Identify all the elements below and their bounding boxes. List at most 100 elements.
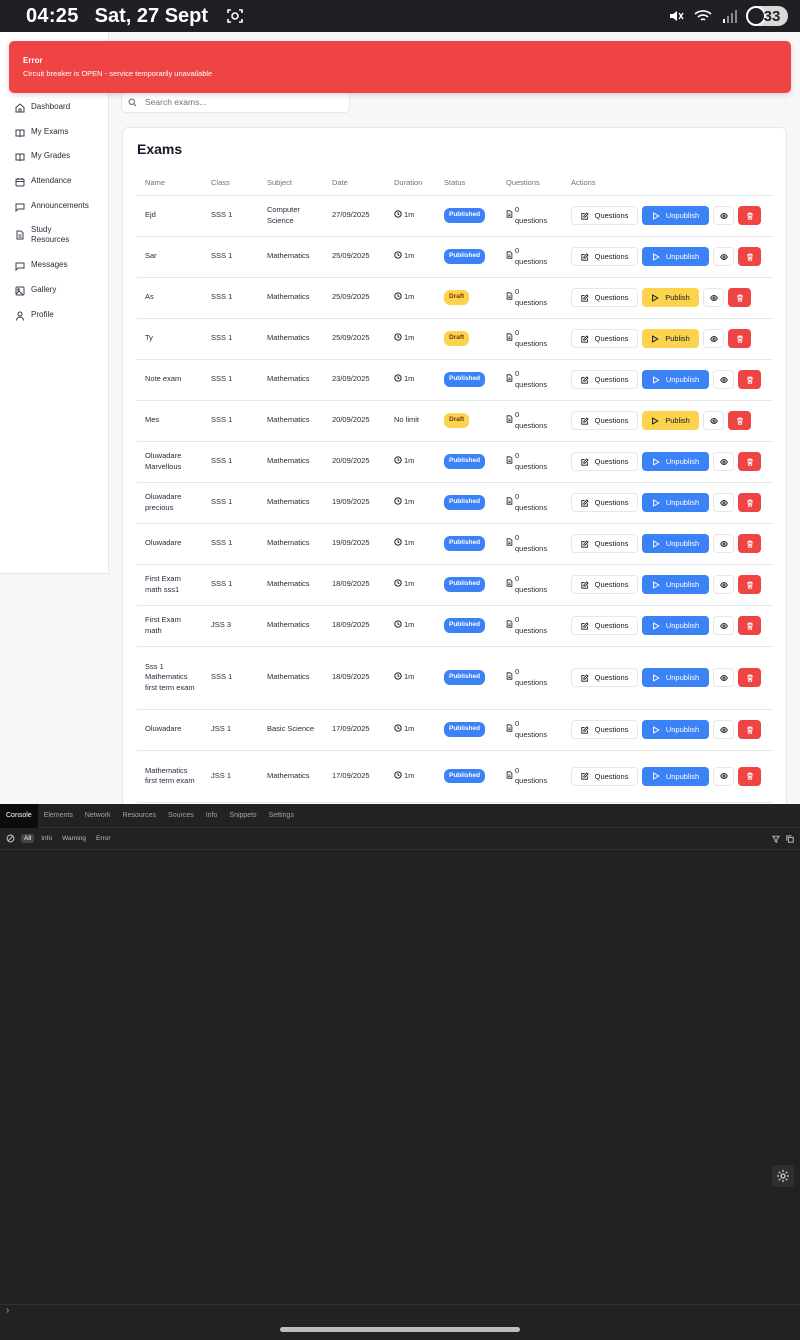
delete-button[interactable]	[728, 329, 751, 348]
sidebar-item-attendance[interactable]: Attendance	[0, 176, 108, 201]
exam-class: SSS 1	[203, 564, 259, 606]
delete-button[interactable]	[738, 720, 761, 739]
sidebar-item-messages[interactable]: Messages	[0, 260, 108, 285]
sidebar-item-dashboard[interactable]: Dashboard	[0, 102, 108, 127]
view-button[interactable]	[703, 288, 724, 307]
questions-button[interactable]: Questions	[571, 329, 638, 348]
unpublish-button[interactable]: Unpublish	[642, 616, 709, 635]
delete-button[interactable]	[738, 452, 761, 471]
tab-console[interactable]: Console	[0, 803, 38, 828]
exam-date: 18/09/2025	[324, 564, 386, 606]
copy-icon[interactable]	[786, 834, 794, 843]
console-input[interactable]: ›	[0, 1304, 800, 1318]
unpublish-button[interactable]: Unpublish	[642, 534, 709, 553]
filter-error[interactable]: Error	[93, 834, 113, 843]
edit-icon	[580, 416, 589, 425]
filter-funnel-icon[interactable]	[772, 835, 780, 843]
view-button[interactable]	[703, 329, 724, 348]
view-button[interactable]	[703, 411, 724, 430]
search-input[interactable]	[145, 97, 335, 107]
sidebar-item-profile[interactable]: Profile	[0, 310, 108, 335]
view-button[interactable]	[713, 766, 734, 786]
questions-button[interactable]: Questions	[571, 720, 638, 739]
questions-button[interactable]: Questions	[571, 493, 638, 512]
publish-button[interactable]: Publish	[642, 329, 699, 348]
questions-button[interactable]: Questions	[571, 247, 638, 266]
devtools-settings-button[interactable]	[772, 1165, 794, 1187]
play-icon	[652, 211, 660, 220]
view-button[interactable]	[713, 616, 734, 635]
unpublish-button[interactable]: Unpublish	[642, 493, 709, 512]
filter-info[interactable]: Info	[38, 834, 55, 843]
exam-name: Note exam	[137, 359, 203, 401]
delete-button[interactable]	[738, 206, 761, 225]
view-button[interactable]	[713, 720, 734, 739]
publish-button[interactable]: Publish	[642, 288, 699, 307]
error-toast[interactable]: Error Circuit breaker is OPEN - service …	[9, 41, 791, 93]
unpublish-button[interactable]: Unpublish	[642, 247, 709, 266]
view-button[interactable]	[713, 370, 734, 389]
filter-warning[interactable]: Warning	[59, 834, 89, 843]
sidebar-item-my-grades[interactable]: My Grades	[0, 151, 108, 176]
unpublish-button[interactable]: Unpublish	[642, 370, 709, 389]
clear-console-icon[interactable]	[6, 834, 15, 843]
unpublish-button[interactable]: Unpublish	[642, 668, 709, 687]
view-button[interactable]	[713, 493, 734, 512]
delete-button[interactable]	[738, 534, 761, 553]
tab-network[interactable]: Network	[79, 804, 117, 828]
questions-button[interactable]: Questions	[571, 411, 638, 430]
unpublish-button[interactable]: Unpublish	[642, 766, 709, 786]
view-button[interactable]	[713, 247, 734, 266]
filter-all[interactable]: All	[21, 834, 35, 843]
unpublish-button[interactable]: Unpublish	[642, 452, 709, 471]
unpublish-button[interactable]: Unpublish	[642, 720, 709, 739]
message-square-icon	[15, 262, 25, 272]
unpublish-button[interactable]: Unpublish	[642, 575, 709, 594]
questions-button[interactable]: Questions	[571, 766, 638, 786]
tab-info[interactable]: Info	[200, 804, 224, 828]
file-text-icon	[506, 374, 513, 382]
delete-button[interactable]	[738, 616, 761, 635]
exam-date: 23/09/2025	[324, 359, 386, 401]
tab-resources[interactable]: Resources	[117, 804, 162, 828]
sidebar-item-gallery[interactable]: Gallery	[0, 285, 108, 310]
delete-button[interactable]	[728, 288, 751, 307]
tab-snippets[interactable]: Snippets	[223, 804, 262, 828]
questions-button[interactable]: Questions	[571, 206, 638, 225]
sidebar-item-my-exams[interactable]: My Exams	[0, 127, 108, 152]
tab-settings[interactable]: Settings	[263, 804, 300, 828]
delete-button[interactable]	[738, 493, 761, 512]
delete-button[interactable]	[738, 575, 761, 594]
questions-button[interactable]: Questions	[571, 370, 638, 389]
sidebar-item-announcements[interactable]: Announcements	[0, 201, 108, 226]
delete-button[interactable]	[738, 370, 761, 389]
questions-button[interactable]: Questions	[571, 288, 638, 307]
view-button[interactable]	[713, 206, 734, 225]
delete-button[interactable]	[738, 766, 761, 786]
home-indicator[interactable]	[280, 1327, 520, 1332]
delete-button[interactable]	[738, 247, 761, 266]
delete-button[interactable]	[738, 668, 761, 687]
tab-elements[interactable]: Elements	[38, 804, 79, 828]
exam-question-count: 0 questions	[515, 533, 548, 553]
exam-class: SSS 1	[203, 318, 259, 360]
view-button[interactable]	[713, 452, 734, 471]
exam-actions-cell: Questions Unpublish	[563, 750, 773, 803]
questions-button[interactable]: Questions	[571, 616, 638, 635]
exam-question-count: 0 questions	[515, 574, 548, 594]
questions-button[interactable]: Questions	[571, 534, 638, 553]
questions-button[interactable]: Questions	[571, 668, 638, 687]
view-button[interactable]	[713, 534, 734, 553]
sidebar-item-label: Announcements	[31, 200, 89, 210]
book-open-icon	[15, 153, 25, 162]
questions-button[interactable]: Questions	[571, 575, 638, 594]
view-button[interactable]	[713, 575, 734, 594]
delete-button[interactable]	[728, 411, 751, 430]
exam-duration: 1m	[404, 292, 415, 302]
sidebar-item-study-resources[interactable]: Study Resources	[0, 225, 108, 260]
questions-button[interactable]: Questions	[571, 452, 638, 471]
view-button[interactable]	[713, 668, 734, 687]
tab-sources[interactable]: Sources	[162, 804, 200, 828]
unpublish-button[interactable]: Unpublish	[642, 206, 709, 225]
publish-button[interactable]: Publish	[642, 411, 699, 430]
